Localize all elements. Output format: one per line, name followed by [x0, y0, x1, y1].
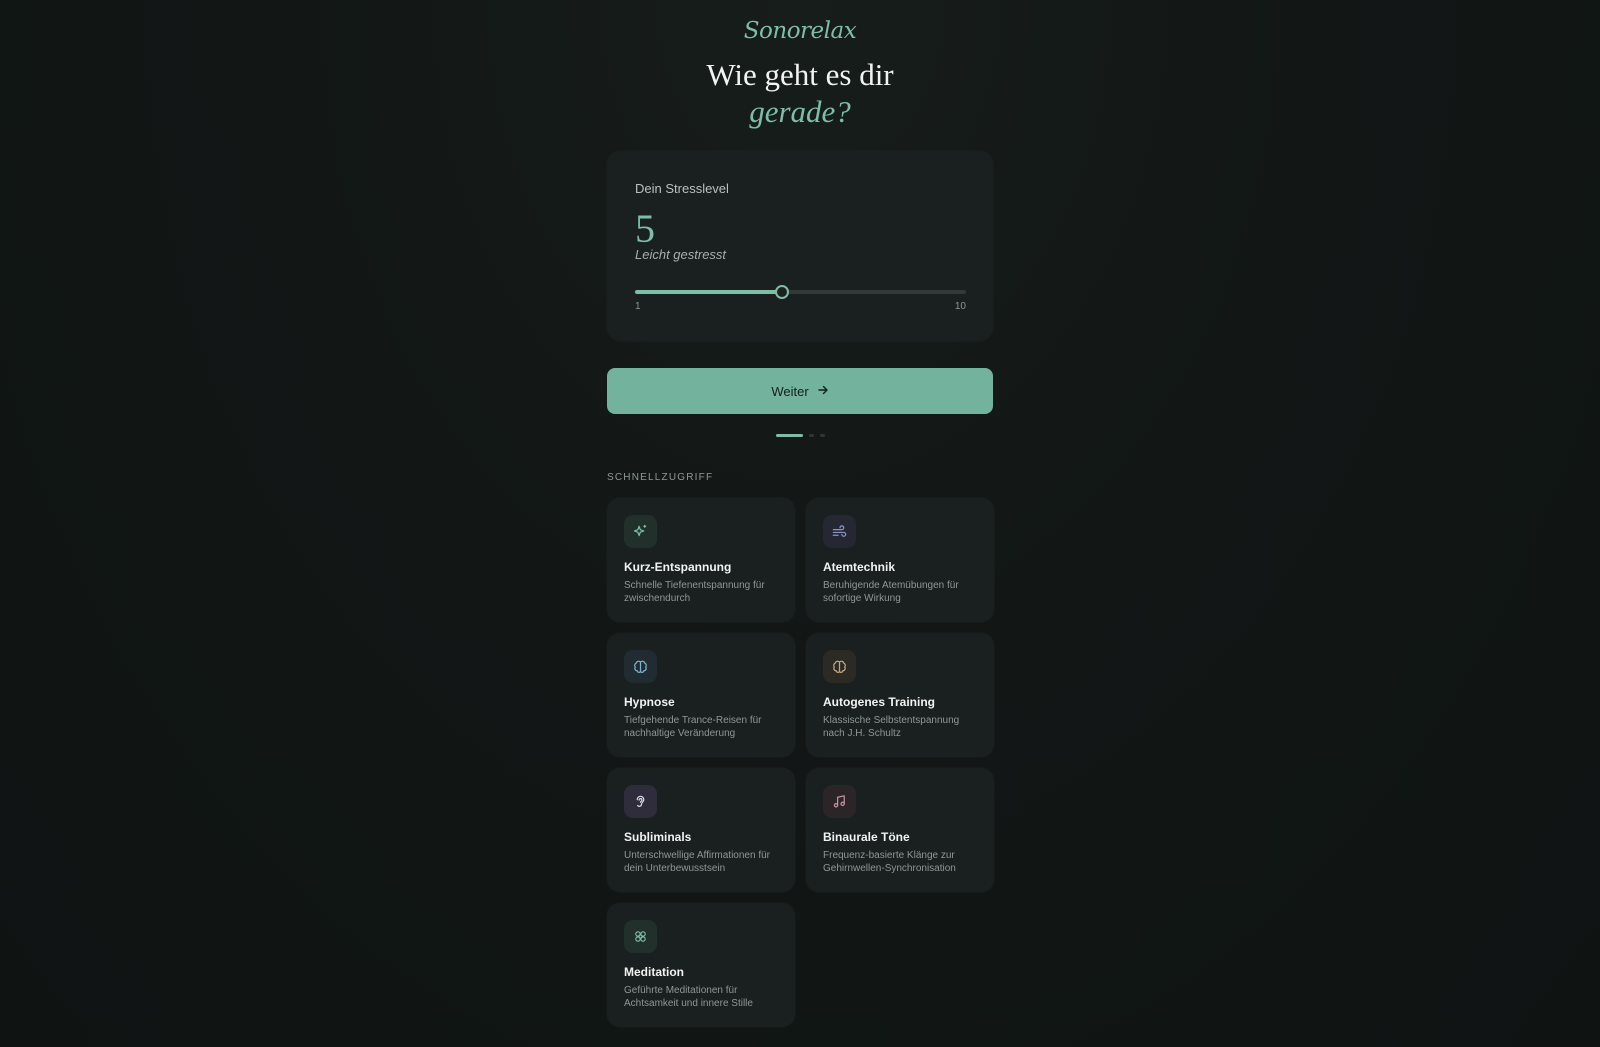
flower-icon — [624, 920, 657, 953]
slider-max-label: 10 — [954, 301, 966, 312]
stress-level-card: Dein Stresslevel 5 Leicht gestresst 1 10 — [607, 151, 993, 341]
tile-description: Schnelle Tiefenentspannung für zwischend… — [624, 580, 765, 604]
brain-icon — [624, 650, 657, 683]
slider-thumb[interactable] — [775, 285, 790, 299]
quick-access-tile-atemtechnik[interactable]: Atemtechnik Beruhigende Atemübungen für s… — [806, 498, 994, 622]
tile-description: Unterschwellige Affirmationen für dein U… — [624, 850, 770, 874]
brand-logo: Sonorelax — [743, 18, 857, 44]
ear-icon — [624, 785, 657, 818]
tile-title: Kurz-Entspannung — [624, 560, 732, 574]
quick-access-heading: SCHNELLZUGRIFF — [607, 472, 714, 483]
music-icon — [823, 785, 856, 818]
step-indicator — [607, 434, 993, 437]
quick-access-tile-autogenes-training[interactable]: Autogenes Training Klassische Selbstentsp… — [806, 633, 994, 757]
wind-icon — [823, 515, 856, 548]
stress-level-description: Leicht gestresst — [635, 247, 727, 262]
step-dot — [819, 434, 825, 437]
step-dot — [775, 434, 803, 437]
tile-description: Tiefgehende Trance-Reisen für nachhaltig… — [624, 715, 762, 739]
tile-description: Geführte Meditationen für Achtsamkeit un… — [624, 985, 753, 1009]
quick-access-tile-kurz-entspannung[interactable]: Kurz-Entspannung Schnelle Tiefenentspannu… — [607, 498, 795, 622]
arrow-right-icon — [817, 384, 829, 399]
tile-title: Meditation — [624, 965, 684, 979]
brain-icon — [823, 650, 856, 683]
tile-description: Klassische Selbstentspannung nach J.H. S… — [823, 715, 960, 739]
stress-level-slider[interactable] — [635, 285, 966, 299]
sparkles-icon — [624, 515, 657, 548]
tile-title: Atemtechnik — [823, 560, 896, 574]
step-dot — [808, 434, 814, 437]
quick-access-tile-hypnose[interactable]: Hypnose Tiefgehende Trance-Reisen für nac… — [607, 633, 795, 757]
continue-button[interactable]: Weiter — [607, 368, 993, 414]
stress-level-value: 5 — [635, 206, 655, 251]
page-title-accent: gerade? — [749, 94, 851, 129]
slider-fill — [635, 290, 783, 294]
slider-min-label: 1 — [635, 301, 641, 312]
stress-level-label: Dein Stresslevel — [635, 181, 729, 196]
tile-title: Binaurale Töne — [823, 830, 910, 844]
tile-description: Beruhigende Atemübungen für sofortige Wi… — [823, 580, 959, 604]
tile-title: Hypnose — [624, 695, 675, 709]
quick-access-tile-binaurale-t-ne[interactable]: Binaurale Töne Frequenz-basierte Klänge z… — [806, 768, 994, 892]
quick-access-tile-subliminals[interactable]: Subliminals Unterschwellige Affirmationen… — [607, 768, 795, 892]
quick-access-tile-meditation[interactable]: Meditation Geführte Meditationen für Acht… — [607, 903, 795, 1027]
tile-title: Subliminals — [624, 830, 692, 844]
tile-description: Frequenz-basierte Klänge zur Gehirnwelle… — [823, 850, 956, 874]
continue-button-label: Weiter — [771, 383, 809, 399]
tile-title: Autogenes Training — [823, 695, 936, 709]
page-title: Wie geht es dir — [706, 57, 894, 92]
